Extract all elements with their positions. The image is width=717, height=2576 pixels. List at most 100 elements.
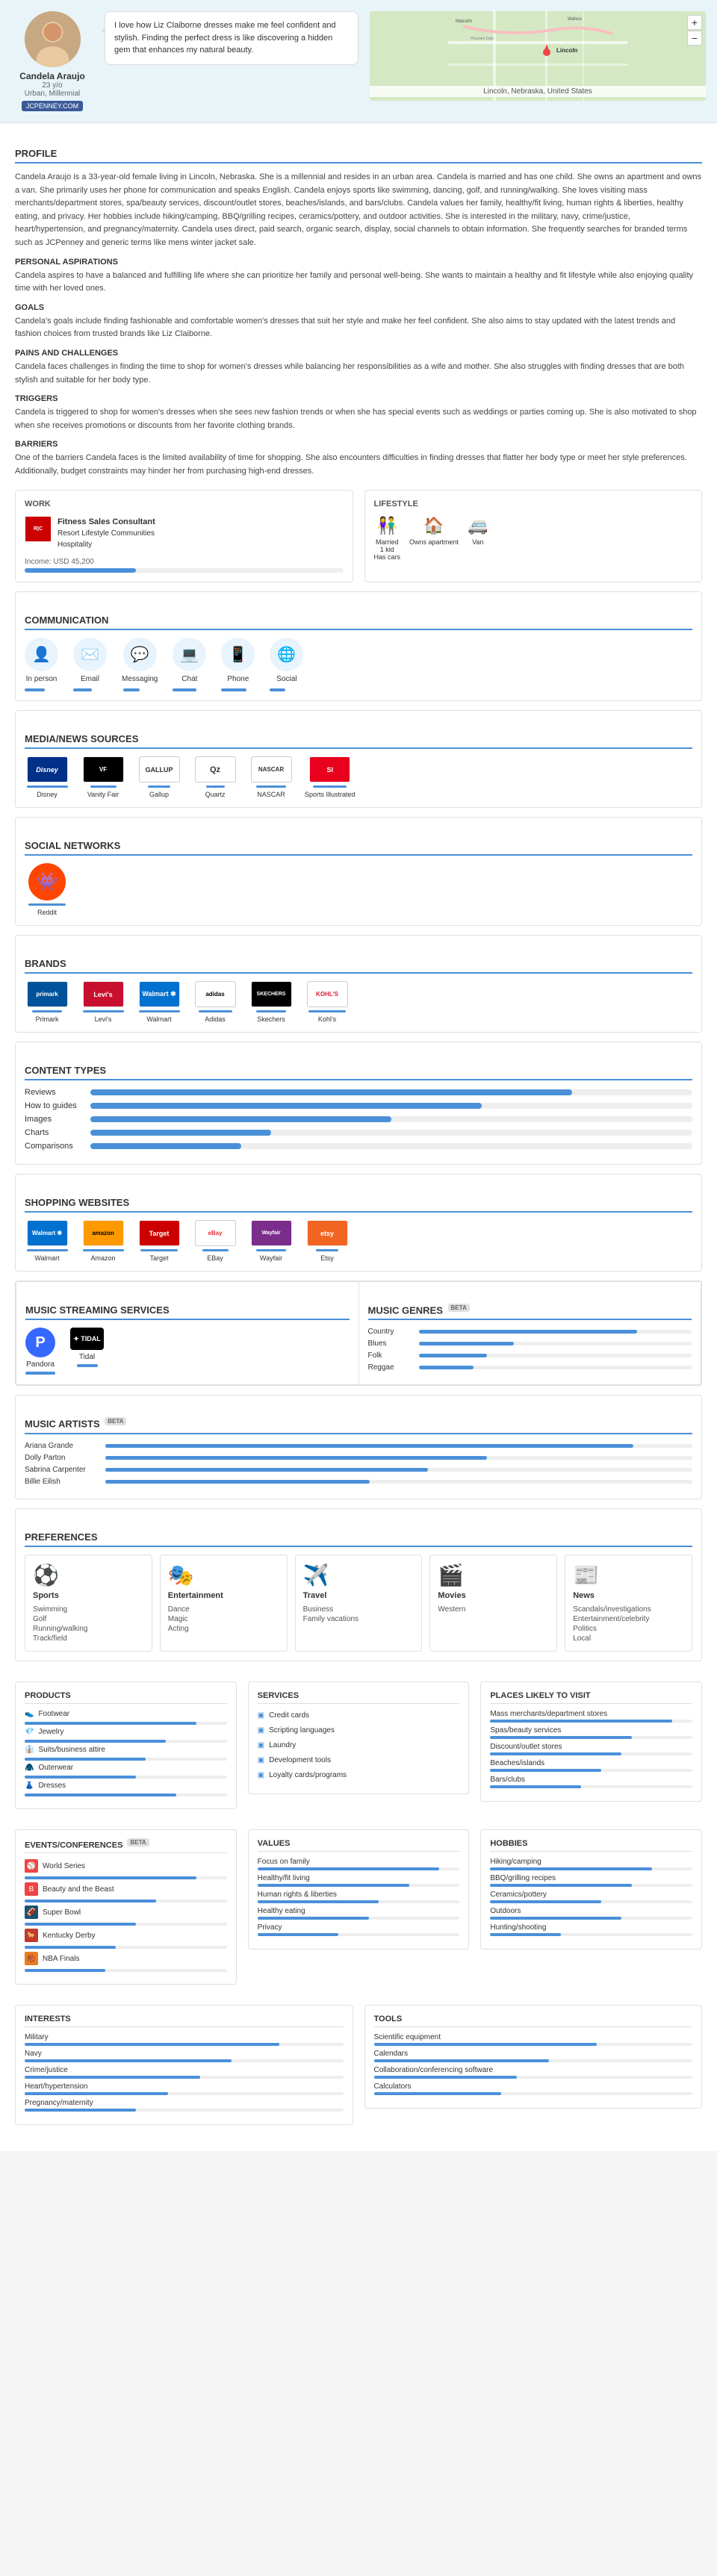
svg-text:Pleasant Dale: Pleasant Dale bbox=[471, 37, 494, 41]
gallup-bar bbox=[148, 785, 170, 788]
shop-ebay-logo: eBay bbox=[195, 1220, 236, 1246]
walmart-bar bbox=[139, 1010, 180, 1012]
map-controls[interactable]: + − bbox=[687, 15, 702, 46]
disney-bar bbox=[27, 785, 68, 788]
shop-amazon: amazon Amazon bbox=[81, 1220, 125, 1262]
events-col: EVENTS/CONFERENCES BETA ⚾ World Series B… bbox=[15, 1820, 237, 1985]
hobbies-list: Hiking/camping BBQ/grilling recipes Cera… bbox=[490, 1858, 692, 1936]
news-scandals: Scandals/investigations bbox=[573, 1605, 684, 1614]
news-politics: Politics bbox=[573, 1624, 684, 1634]
kentucky-derby-badge: 🐎 bbox=[25, 1929, 38, 1942]
places-list: Mass merchants/department stores Spas/be… bbox=[490, 1710, 692, 1788]
interest-military: Military bbox=[25, 2033, 344, 2041]
shop-wayfair-logo: Wayfair bbox=[251, 1220, 292, 1246]
music-artist-rows: Ariana Grande Dolly Parton Sabrina Carpe… bbox=[25, 1442, 692, 1486]
map-zoom-in[interactable]: + bbox=[687, 15, 702, 30]
shop-wayfair-label: Wayfair bbox=[260, 1254, 282, 1262]
married-icon: 👫 bbox=[377, 516, 397, 535]
content-charts: Charts bbox=[25, 1128, 692, 1137]
profile-link[interactable]: JCPENNEY.COM bbox=[22, 101, 83, 111]
places-col: PLACES LIKELY TO VISIT Mass merchants/de… bbox=[480, 1673, 702, 1809]
apartment-icon: 🏠 bbox=[423, 516, 444, 535]
super-bowl-badge: 🏈 bbox=[25, 1905, 38, 1919]
dresses-icon: 👗 bbox=[25, 1782, 34, 1790]
communication-icons: 👤 In person ✉️ Email 💬 Messaging 💻 Chat bbox=[25, 638, 692, 691]
sports-list: Swimming Golf Running/walking Track/fiel… bbox=[33, 1605, 144, 1643]
brand-skechers: SKECHERS Skechers bbox=[249, 981, 294, 1023]
place-bars-label: Bars/clubs bbox=[490, 1776, 692, 1784]
si-bar bbox=[313, 785, 347, 788]
work-item: R|C Fitness Sales Consultant Resort Life… bbox=[25, 516, 344, 551]
income-label: Income: USD 45,200 bbox=[25, 558, 344, 566]
service-scripting-label: Scripting languages bbox=[269, 1726, 335, 1735]
shop-target-bar bbox=[140, 1249, 178, 1251]
triggers-title: TRIGGERS bbox=[15, 394, 702, 403]
tools-col: TOOLS Scientific equipment Calendars Col… bbox=[364, 1996, 703, 2125]
event-nba-finals: 🏀 NBA Finals bbox=[25, 1952, 227, 1965]
preferences-grid: ⚽ Sports Swimming Golf Running/walking T… bbox=[25, 1555, 692, 1652]
svg-text:Lincoln: Lincoln bbox=[556, 47, 578, 54]
walmart-label: Walmart bbox=[146, 1015, 171, 1023]
event-kentucky-derby: 🐎 Kentucky Derby bbox=[25, 1929, 227, 1942]
tools-list: Scientific equipment Calendars Collabora… bbox=[374, 2033, 693, 2095]
tool-calendars: Calendars bbox=[374, 2050, 693, 2058]
tools-title: TOOLS bbox=[374, 2015, 693, 2027]
value-privacy-label: Privacy bbox=[258, 1923, 460, 1932]
music-genres-title: MUSIC GENRES BETA bbox=[368, 1304, 692, 1320]
pandora-logo: P bbox=[25, 1328, 55, 1357]
personal-aspirations-title: PERSONAL ASPIRATIONS bbox=[15, 258, 702, 267]
movies-icon: 🎬 bbox=[438, 1563, 549, 1587]
lifestyle-van: 🚐 Van bbox=[468, 516, 488, 561]
comm-social: 🌐 Social bbox=[270, 638, 303, 691]
media-title: MEDIA/NEWS SOURCES bbox=[25, 733, 692, 749]
events-values-hobbies: EVENTS/CONFERENCES BETA ⚾ World Series B… bbox=[15, 1820, 702, 1985]
service-dev-tools: ▣ Development tools bbox=[258, 1755, 460, 1766]
work-industry: Hospitality bbox=[58, 539, 155, 550]
pandora-bar bbox=[25, 1372, 55, 1375]
brand-walmart: Walmart ✱ Walmart bbox=[137, 981, 181, 1023]
vf-label: Vanity Fair bbox=[87, 791, 119, 798]
shop-etsy-logo: etsy bbox=[307, 1220, 348, 1246]
messaging-icon: 💬 bbox=[123, 638, 157, 671]
genre-country-track bbox=[419, 1330, 692, 1334]
hobby-bbq: BBQ/grilling recipes bbox=[490, 1874, 692, 1882]
vf-logo: VF bbox=[83, 756, 124, 783]
pref-sports: ⚽ Sports Swimming Golf Running/walking T… bbox=[25, 1555, 152, 1652]
pref-entertainment: 🎭 Entertainment Dance Magic Acting bbox=[160, 1555, 288, 1652]
event-world-series: ⚾ World Series bbox=[25, 1859, 227, 1873]
shop-walmart-label: Walmart bbox=[34, 1254, 59, 1262]
tool-scientific: Scientific equipment bbox=[374, 2033, 693, 2041]
tidal-label: Tidal bbox=[79, 1353, 95, 1361]
suits-label: Suits/business attire bbox=[38, 1746, 105, 1754]
content-type-rows: Reviews How to guides Images Charts Comp… bbox=[25, 1088, 692, 1151]
brand-primark: primark Primark bbox=[25, 981, 69, 1023]
ent-dance: Dance bbox=[168, 1605, 279, 1614]
preferences-title: PREFERENCES bbox=[25, 1531, 692, 1547]
beauty-beast-badge: B bbox=[25, 1882, 38, 1896]
comm-phone: 📱 Phone bbox=[221, 638, 255, 691]
skechers-logo: SKECHERS bbox=[251, 981, 292, 1007]
avatar-section: Candela Araujo 23 y/o Urban, Millennial … bbox=[11, 11, 93, 111]
income-bar-fill bbox=[25, 568, 136, 573]
artist-dolly: Dolly Parton bbox=[25, 1454, 692, 1462]
music-streaming-title: MUSIC STREAMING SERVICES bbox=[25, 1304, 350, 1320]
van-label: Van bbox=[472, 538, 483, 546]
service-loyalty-label: Loyalty cards/programs bbox=[269, 1771, 347, 1779]
map-zoom-out[interactable]: − bbox=[687, 31, 702, 46]
hobbies-col: HOBBIES Hiking/camping BBQ/grilling reci… bbox=[480, 1820, 702, 1985]
media-section: MEDIA/NEWS SOURCES Disney Disney VF Vani… bbox=[15, 710, 702, 808]
comm-chat-bar bbox=[173, 687, 206, 691]
service-dev-label: Development tools bbox=[269, 1756, 331, 1764]
tool-collab: Collaboration/conferencing software bbox=[374, 2066, 693, 2074]
movies-list: Western bbox=[438, 1605, 549, 1614]
quartz-logo: Qz bbox=[195, 756, 236, 783]
places-section: PLACES LIKELY TO VISIT Mass merchants/de… bbox=[480, 1681, 702, 1802]
personal-aspirations-text: Candela aspires to have a balanced and f… bbox=[15, 270, 702, 296]
shop-target-label: Target bbox=[149, 1254, 168, 1262]
shop-wayfair-bar bbox=[256, 1249, 286, 1251]
values-title: VALUES bbox=[258, 1839, 460, 1852]
music-streaming-section: MUSIC STREAMING SERVICES P Pandora ✦ TID… bbox=[16, 1281, 359, 1385]
social-reddit: 👾 Reddit bbox=[25, 863, 69, 916]
music-artists-title: MUSIC ARTISTS BETA bbox=[25, 1418, 692, 1434]
comm-phone-bar bbox=[221, 687, 255, 691]
